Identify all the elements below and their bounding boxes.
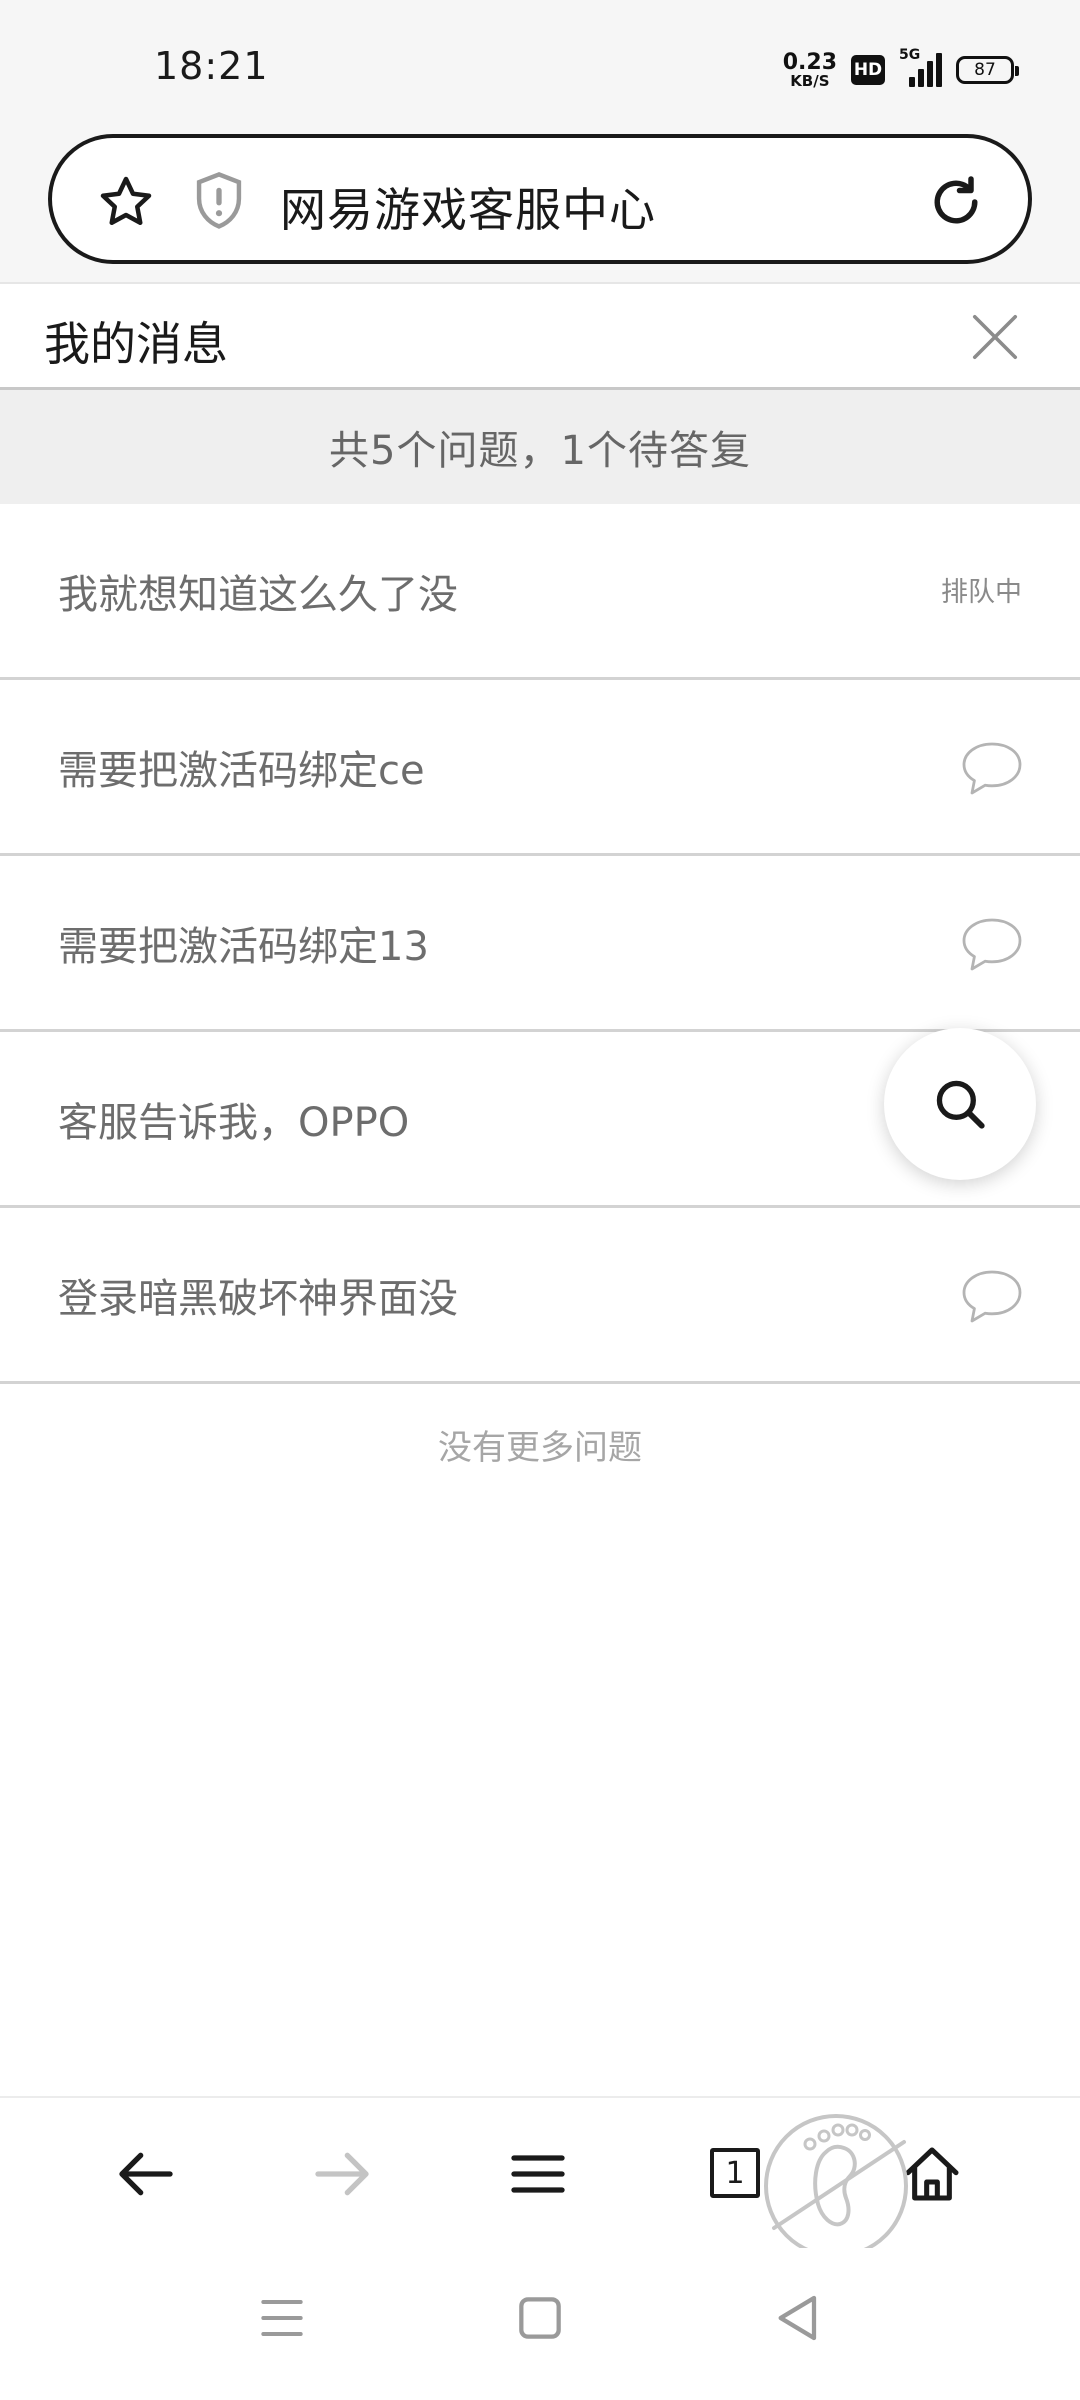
chat-bubble-icon [962, 918, 1022, 971]
summary-text: 共5个问题，1个待答复 [329, 428, 751, 474]
signal-icon: 5G [899, 47, 942, 87]
battery-level: 87 [974, 60, 996, 80]
chat-bubble-icon [962, 742, 1022, 795]
question-text: 客服告诉我，OPPO [58, 1100, 410, 1146]
status-badge: 排队中 [941, 577, 1022, 608]
address-title[interactable]: 网易游戏客服中心 [280, 174, 656, 240]
status-indicators: 0.23 KB/S HD 5G 87 [782, 47, 1019, 92]
question-text: 需要把激活码绑定13 [58, 924, 429, 970]
menu-icon[interactable] [506, 2142, 570, 2206]
search-icon [936, 1080, 985, 1129]
network-speed-unit: KB/S [790, 71, 830, 90]
chat-bubble-icon [962, 1270, 1022, 1323]
summary-bar: 共5个问题，1个待答复 [0, 390, 1080, 504]
list-item[interactable]: 登录暗黑破坏神界面没 [0, 1208, 1080, 1384]
recent-apps-icon[interactable] [250, 2286, 314, 2350]
network-speed: 0.23 KB/S [782, 49, 837, 90]
list-item[interactable]: 需要把激活码绑定13 [0, 856, 1080, 1032]
network-type-label: 5G [899, 47, 921, 63]
home-square-icon[interactable] [508, 2286, 572, 2350]
close-icon[interactable] [968, 310, 1022, 364]
back-triangle-icon[interactable] [766, 2286, 830, 2350]
hd-icon: HD [851, 55, 885, 85]
question-text: 需要把激活码绑定ce [58, 748, 425, 794]
network-speed-value: 0.23 [782, 49, 837, 75]
floating-search-button[interactable] [884, 1028, 1036, 1180]
star-icon[interactable] [96, 172, 156, 232]
reload-icon[interactable] [926, 172, 986, 232]
back-arrow-icon[interactable] [114, 2142, 178, 2206]
list-item[interactable]: 需要把激活码绑定ce [0, 680, 1080, 856]
forward-arrow-icon[interactable] [310, 2142, 374, 2206]
status-bar: 18:21 0.23 KB/S HD 5G 87 [0, 0, 1080, 134]
tab-count: 1 [725, 2155, 745, 2191]
footprint-overlay-icon [764, 2114, 908, 2258]
shield-icon[interactable] [192, 170, 246, 232]
question-text: 我就想知道这么久了没 [58, 572, 458, 618]
status-time: 18:21 [154, 44, 269, 88]
list-item[interactable]: 我就想知道这么久了没 排队中 [0, 504, 1080, 680]
system-navigation-bar [0, 2248, 1080, 2400]
address-bar-area: 网易游戏客服中心 [0, 134, 1080, 282]
address-bar[interactable]: 网易游戏客服中心 [48, 134, 1032, 264]
no-more-text: 没有更多问题 [438, 1428, 642, 1468]
page-header: 我的消息 [0, 282, 1080, 390]
page-title: 我的消息 [44, 317, 228, 371]
battery-icon: 87 [956, 56, 1019, 84]
question-list: 我就想知道这么久了没 排队中 需要把激活码绑定ce 需要把激活码绑定13 客服告… [0, 504, 1080, 1384]
question-text: 登录暗黑破坏神界面没 [58, 1276, 458, 1322]
